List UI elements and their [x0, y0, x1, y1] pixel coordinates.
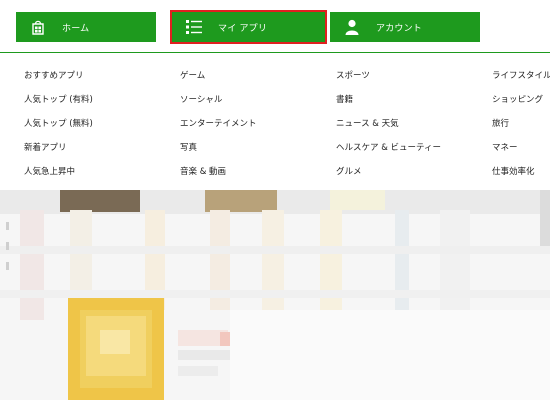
store-bag-icon: [30, 19, 46, 35]
category-link[interactable]: ニュース & 天気: [336, 118, 399, 130]
category-link[interactable]: 人気トップ (有料): [24, 94, 93, 106]
category-link[interactable]: マネー: [492, 142, 518, 154]
list-icon: [186, 19, 202, 35]
my-apps-label: マイ アプリ: [218, 23, 268, 34]
category-link[interactable]: 人気トップ (無料): [24, 118, 93, 130]
category-link[interactable]: 旅行: [492, 118, 509, 130]
home-button[interactable]: ホーム: [16, 12, 156, 42]
category-link[interactable]: 音楽 & 動画: [180, 166, 226, 178]
nav-divider: [0, 52, 550, 53]
category-link[interactable]: 写真: [180, 142, 197, 154]
category-link[interactable]: エンターテイメント: [180, 118, 257, 130]
category-link[interactable]: 人気急上昇中: [24, 166, 75, 178]
category-link[interactable]: 新着アプリ: [24, 142, 67, 154]
home-label: ホーム: [62, 23, 90, 34]
category-link[interactable]: おすすめアプリ: [24, 70, 84, 82]
category-link[interactable]: グルメ: [336, 166, 362, 178]
category-link[interactable]: 仕事効率化: [492, 166, 535, 178]
my-apps-button[interactable]: マイ アプリ: [170, 10, 327, 44]
category-link[interactable]: ライフスタイル: [492, 70, 550, 82]
category-link[interactable]: ゲーム: [180, 70, 205, 82]
category-link[interactable]: 書籍: [336, 94, 353, 106]
account-button[interactable]: アカウント: [330, 12, 480, 42]
category-link[interactable]: ショッピング: [492, 94, 543, 106]
person-icon: [344, 19, 360, 35]
blurred-app-tiles: [0, 190, 550, 400]
category-link[interactable]: ソーシャル: [180, 94, 222, 106]
scroll-indicator[interactable]: [6, 222, 12, 282]
account-label: アカウント: [376, 23, 423, 34]
category-link[interactable]: スポーツ: [336, 70, 370, 82]
category-link[interactable]: ヘルスケア & ビューティー: [336, 142, 441, 154]
top-navigation: ホーム マイ アプリ アカウント: [0, 0, 550, 52]
category-menu: おすすめアプリ 人気トップ (有料) 人気トップ (無料) 新着アプリ 人気急上…: [0, 62, 550, 192]
